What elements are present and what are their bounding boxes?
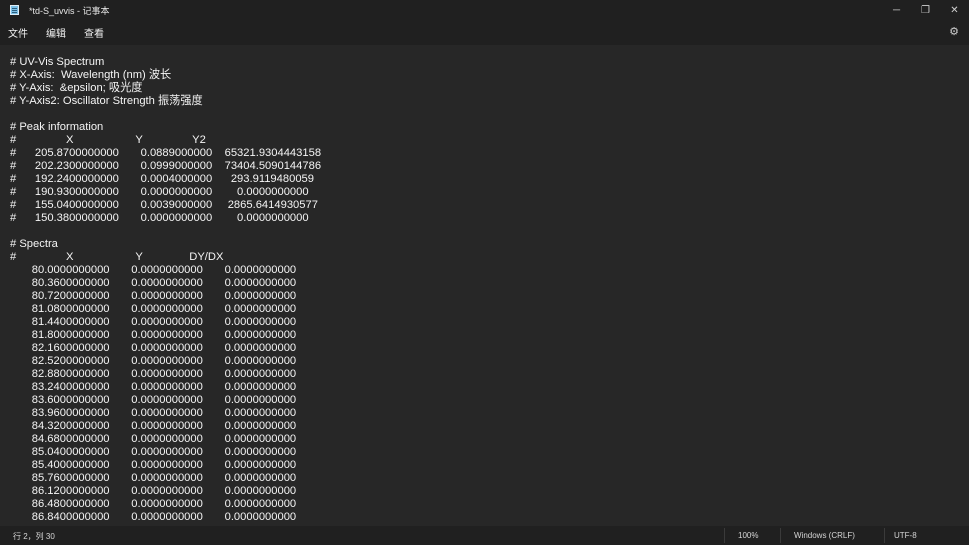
menu-bar: 文件 编辑 查看	[0, 20, 969, 45]
text-line: 83.9600000000 0.0000000000 0.0000000000	[10, 407, 297, 419]
text-line	[10, 108, 321, 121]
text-line: 82.1600000000 0.0000000000 0.0000000000	[10, 342, 297, 354]
text-line: 85.0400000000 0.0000000000 0.0000000000	[10, 446, 297, 458]
close-button[interactable]: ✕	[940, 0, 969, 20]
text-line: 83.2400000000 0.0000000000 0.0000000000	[10, 381, 297, 393]
window-title: *td-S_uvvis - 记事本	[29, 5, 110, 16]
text-line: 86.1200000000 0.0000000000 0.0000000000	[10, 485, 297, 497]
text-line: 82.8800000000 0.0000000000 0.0000000000	[10, 368, 297, 380]
menu-edit[interactable]: 编辑	[37, 25, 75, 40]
text-line: # X Y DY/DX	[10, 251, 224, 263]
text-line: # Peak information	[10, 121, 104, 133]
gear-icon[interactable]: ⚙	[948, 26, 960, 38]
text-line: # Y-Axis: &epsilon; 吸光度	[10, 82, 143, 94]
text-line: # Spectra	[10, 238, 58, 250]
encoding: UTF-8	[894, 531, 917, 540]
text-line: # 190.9300000000 0.0000000000 0.00000000…	[10, 186, 309, 198]
text-line: # X-Axis: Wavelength (nm) 波长	[10, 69, 172, 81]
text-line: # 155.0400000000 0.0039000000 2865.64149…	[10, 199, 318, 211]
text-line: 84.3200000000 0.0000000000 0.0000000000	[10, 420, 297, 432]
status-bar: 行 2，列 30 100% Windows (CRLF) UTF-8	[0, 526, 969, 545]
menu-view[interactable]: 查看	[75, 25, 113, 40]
minimize-button[interactable]: ─	[882, 0, 911, 20]
text-line: 81.0800000000 0.0000000000 0.0000000000	[10, 303, 297, 315]
text-line: 85.7600000000 0.0000000000 0.0000000000	[10, 472, 297, 484]
text-line: 80.7200000000 0.0000000000 0.0000000000	[10, 290, 297, 302]
text-line: # Y-Axis2: Oscillator Strength 振荡强度	[10, 95, 203, 107]
text-line: 85.4000000000 0.0000000000 0.0000000000	[10, 459, 297, 471]
status-divider	[884, 528, 885, 543]
text-line: 86.4800000000 0.0000000000 0.0000000000	[10, 498, 297, 510]
text-line: # UV-Vis Spectrum	[10, 56, 105, 68]
editor-text[interactable]: # UV-Vis Spectrum # X-Axis: Wavelength (n…	[10, 56, 321, 524]
text-line: 83.6000000000 0.0000000000 0.0000000000	[10, 394, 297, 406]
text-line: 84.6800000000 0.0000000000 0.0000000000	[10, 433, 297, 445]
text-line: 82.5200000000 0.0000000000 0.0000000000	[10, 355, 297, 367]
text-editor[interactable]: # UV-Vis Spectrum # X-Axis: Wavelength (n…	[0, 45, 969, 526]
maximize-button[interactable]: ❐	[911, 0, 940, 20]
status-divider	[780, 528, 781, 543]
text-line: 81.8000000000 0.0000000000 0.0000000000	[10, 329, 297, 341]
text-line	[10, 225, 321, 238]
text-line: 80.3600000000 0.0000000000 0.0000000000	[10, 277, 297, 289]
text-line: # 150.3800000000 0.0000000000 0.00000000…	[10, 212, 309, 224]
cursor-position: 行 2，列 30	[13, 532, 55, 541]
text-line: # 192.2400000000 0.0004000000 293.911948…	[10, 173, 314, 185]
text-line: 80.0000000000 0.0000000000 0.0000000000	[10, 264, 297, 276]
text-line: # X Y Y2	[10, 134, 206, 146]
status-divider	[724, 528, 725, 543]
notepad-icon	[10, 5, 19, 15]
text-line: # 205.8700000000 0.0889000000 65321.9304…	[10, 147, 322, 159]
line-ending: Windows (CRLF)	[794, 531, 855, 540]
zoom-level: 100%	[738, 531, 759, 540]
window-controls: ─ ❐ ✕	[882, 0, 969, 20]
text-line: 81.4400000000 0.0000000000 0.0000000000	[10, 316, 297, 328]
title-bar: *td-S_uvvis - 记事本 ─ ❐ ✕	[0, 0, 969, 20]
text-line: 86.8400000000 0.0000000000 0.0000000000	[10, 511, 297, 523]
menu-file[interactable]: 文件	[0, 25, 37, 40]
text-line: # 202.2300000000 0.0999000000 73404.5090…	[10, 160, 322, 172]
